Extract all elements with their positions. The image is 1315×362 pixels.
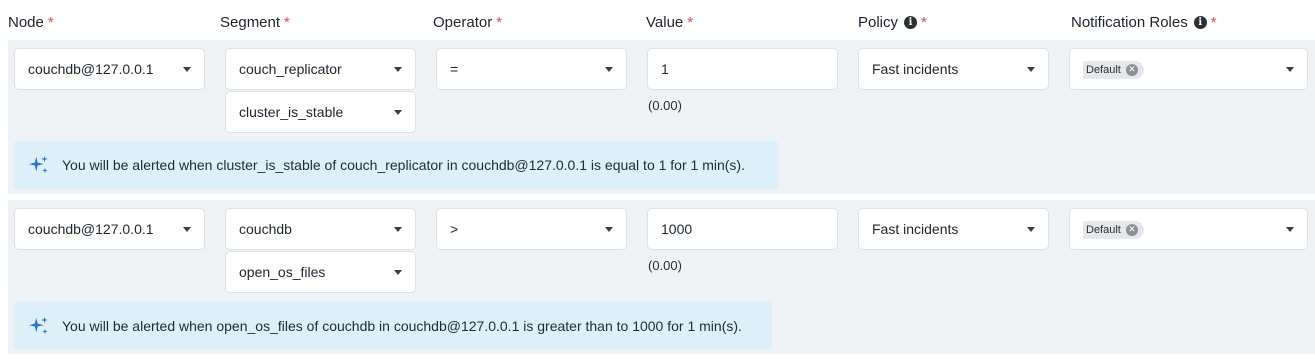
role-tag-label: Default bbox=[1086, 63, 1121, 76]
header-policy-label: Policy bbox=[858, 14, 899, 31]
operator-select-value: > bbox=[450, 221, 459, 237]
node-select-value: couchdb@127.0.0.1 bbox=[28, 221, 154, 237]
node-select[interactable]: couchdb@127.0.0.1 bbox=[14, 48, 205, 90]
chevron-down-icon bbox=[183, 226, 191, 232]
sparkle-icon bbox=[28, 155, 48, 174]
remove-tag-icon[interactable]: ✕ bbox=[1125, 223, 1138, 236]
role-tag-label: Default bbox=[1086, 223, 1121, 236]
required-mark: * bbox=[1210, 14, 1217, 31]
sub-segment-select[interactable]: cluster_is_stable bbox=[225, 91, 416, 133]
role-tag: Default ✕ bbox=[1083, 220, 1144, 239]
chevron-down-icon bbox=[1286, 66, 1294, 72]
info-icon[interactable]: i bbox=[904, 16, 918, 29]
header-operator-label: Operator bbox=[433, 14, 493, 31]
value-input-text: 1 bbox=[661, 61, 669, 77]
value-input[interactable]: 1000 bbox=[647, 208, 838, 250]
policy-select-value: Fast incidents bbox=[872, 61, 959, 77]
policy-select[interactable]: Fast incidents bbox=[858, 48, 1049, 90]
chevron-down-icon bbox=[394, 226, 402, 232]
header-node-label: Node bbox=[8, 14, 44, 31]
required-mark: * bbox=[47, 14, 54, 31]
header-segment: Segment * bbox=[220, 14, 290, 31]
rule-row: couchdb@127.0.0.1 couch_replicator clust… bbox=[8, 40, 1315, 194]
segment-select-value: couch_replicator bbox=[239, 61, 342, 77]
segment-select[interactable]: couch_replicator bbox=[225, 48, 416, 90]
node-select[interactable]: couchdb@127.0.0.1 bbox=[14, 208, 205, 250]
notification-roles-values: Default ✕ bbox=[1083, 60, 1278, 79]
value-input-text: 1000 bbox=[661, 221, 693, 237]
chevron-down-icon bbox=[1027, 226, 1035, 232]
header-value: Value * bbox=[646, 14, 693, 31]
notification-roles-values: Default ✕ bbox=[1083, 220, 1278, 239]
rule-row: couchdb@127.0.0.1 couchdb open_os_files … bbox=[8, 200, 1315, 354]
chevron-down-icon bbox=[394, 109, 402, 115]
header-value-label: Value bbox=[646, 14, 684, 31]
value-hint: (0.00) bbox=[648, 98, 682, 113]
segment-select[interactable]: couchdb bbox=[225, 208, 416, 250]
required-mark: * bbox=[496, 14, 503, 31]
alert-summary: You will be alerted when open_os_files o… bbox=[14, 302, 772, 350]
remove-tag-icon[interactable]: ✕ bbox=[1125, 63, 1138, 76]
header-notification-roles: Notification Roles i * bbox=[1071, 14, 1217, 31]
alert-text: You will be alerted when cluster_is_stab… bbox=[62, 157, 745, 173]
chevron-down-icon bbox=[394, 269, 402, 275]
chevron-down-icon bbox=[605, 66, 613, 72]
sub-segment-select[interactable]: open_os_files bbox=[225, 251, 416, 293]
role-tag: Default ✕ bbox=[1083, 60, 1144, 79]
value-hint: (0.00) bbox=[648, 258, 682, 273]
chevron-down-icon bbox=[183, 66, 191, 72]
value-input[interactable]: 1 bbox=[647, 48, 838, 90]
notification-roles-select[interactable]: Default ✕ bbox=[1069, 208, 1308, 250]
chevron-down-icon bbox=[605, 226, 613, 232]
notification-roles-select[interactable]: Default ✕ bbox=[1069, 48, 1308, 90]
sparkle-icon bbox=[28, 316, 48, 335]
header-operator: Operator * bbox=[433, 14, 502, 31]
sub-segment-select-value: cluster_is_stable bbox=[239, 104, 344, 120]
policy-select[interactable]: Fast incidents bbox=[858, 208, 1049, 250]
sub-segment-select-value: open_os_files bbox=[239, 264, 326, 280]
required-mark: * bbox=[921, 14, 927, 31]
alert-summary: You will be alerted when cluster_is_stab… bbox=[14, 141, 778, 189]
header-segment-label: Segment bbox=[220, 14, 281, 31]
alert-text: You will be alerted when open_os_files o… bbox=[62, 318, 742, 334]
chevron-down-icon bbox=[394, 66, 402, 72]
operator-select[interactable]: = bbox=[436, 48, 627, 90]
operator-select[interactable]: > bbox=[436, 208, 627, 250]
chevron-down-icon bbox=[1027, 66, 1035, 72]
header-notification-roles-label: Notification Roles bbox=[1071, 14, 1188, 31]
header-policy: Policy i * bbox=[858, 14, 927, 31]
chevron-down-icon bbox=[1286, 226, 1294, 232]
required-mark: * bbox=[687, 14, 694, 31]
policy-select-value: Fast incidents bbox=[872, 221, 959, 237]
header-node: Node * bbox=[8, 14, 54, 31]
info-icon[interactable]: i bbox=[1193, 16, 1207, 29]
node-select-value: couchdb@127.0.0.1 bbox=[28, 61, 154, 77]
required-mark: * bbox=[284, 14, 290, 31]
operator-select-value: = bbox=[450, 61, 459, 77]
segment-select-value: couchdb bbox=[239, 221, 292, 237]
